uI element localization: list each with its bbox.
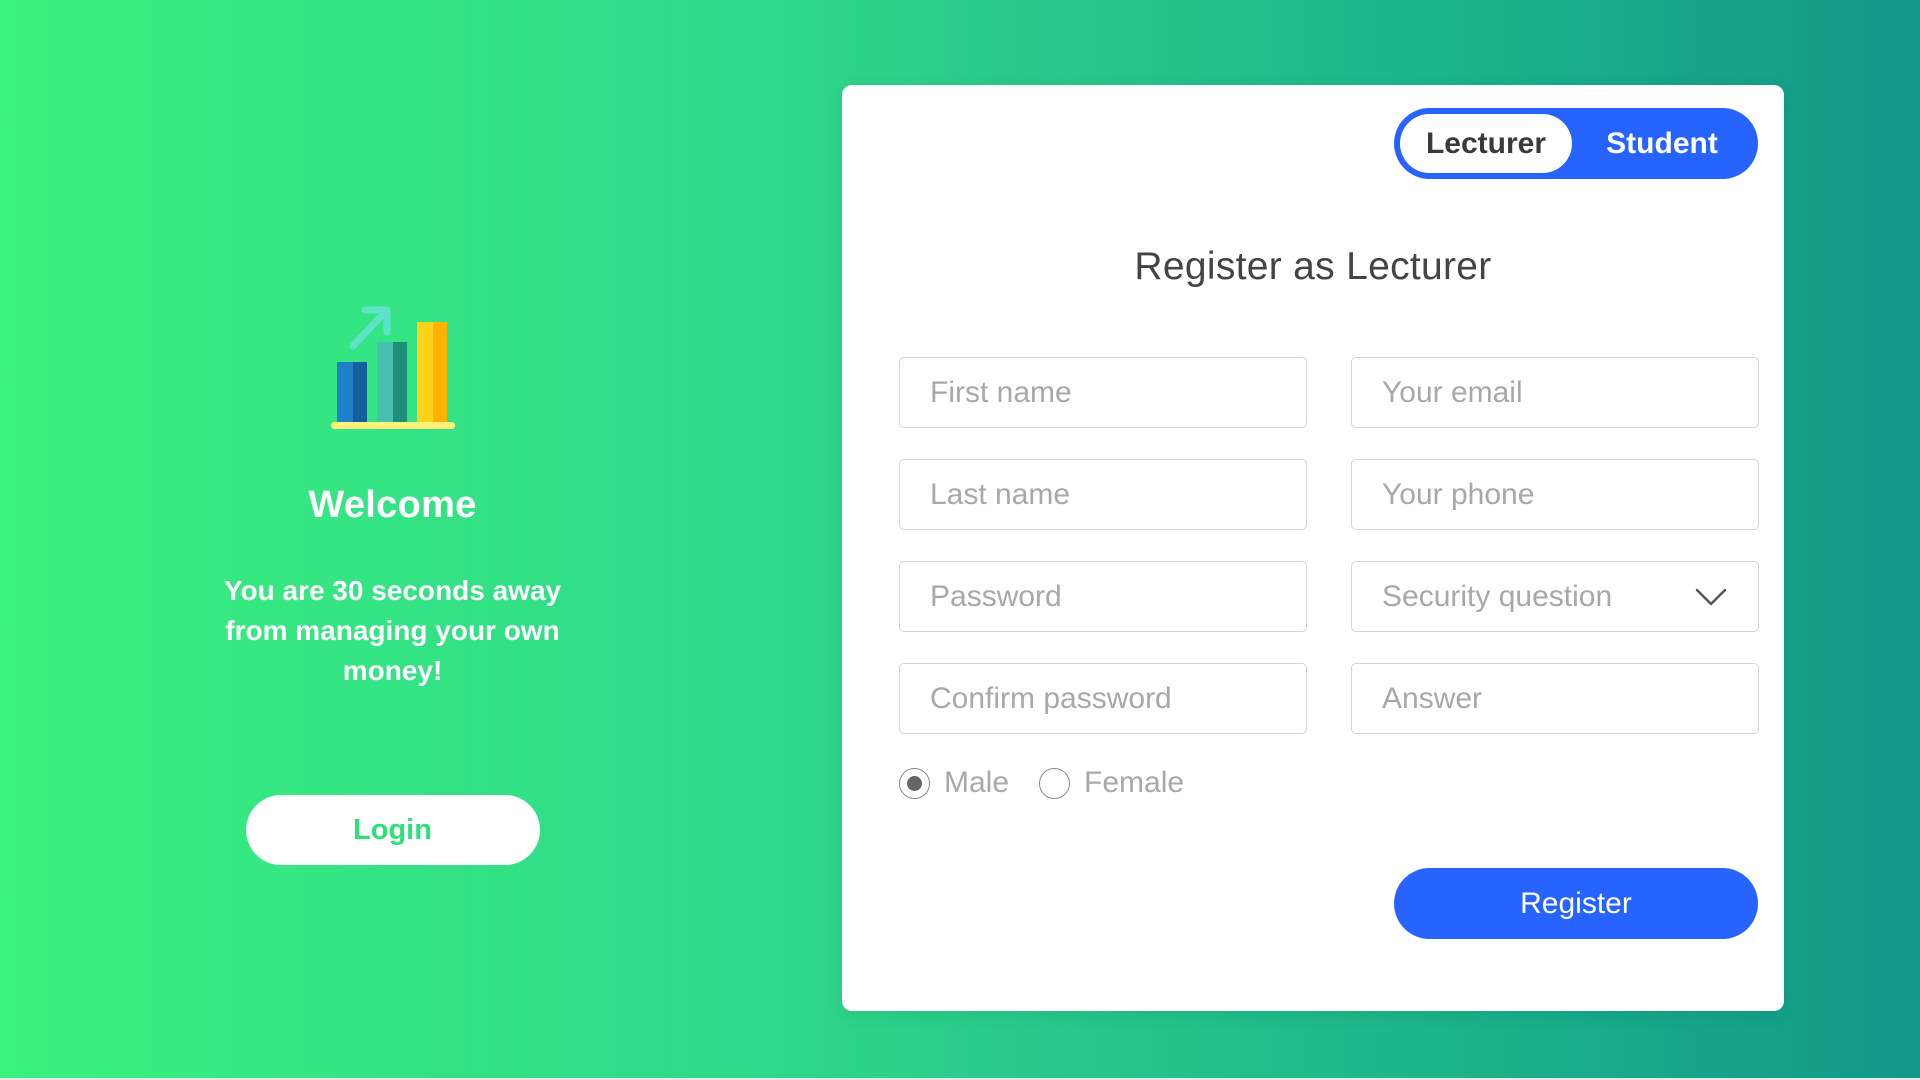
radio-selected-dot	[907, 775, 922, 791]
phone-input[interactable]	[1351, 459, 1759, 530]
answer-input[interactable]	[1351, 663, 1759, 734]
welcome-title: Welcome	[308, 484, 477, 526]
form-title: Register as Lecturer	[1134, 245, 1492, 288]
gender-radio-group: Male Female	[899, 763, 1184, 803]
welcome-tagline: You are 30 seconds away from managing yo…	[223, 575, 562, 686]
role-toggle: Lecturer Student	[1394, 108, 1758, 179]
security-question-select[interactable]: Security question	[1351, 561, 1759, 632]
email-input[interactable]	[1351, 357, 1759, 428]
login-button[interactable]: Login	[245, 795, 540, 865]
role-option-student[interactable]: Student	[1572, 114, 1752, 173]
welcome-panel: Welcome You are 30 seconds away from man…	[190, 300, 595, 865]
register-card: Lecturer Student Register as Lecturer Se…	[842, 85, 1784, 1011]
security-question-label: Security question	[1382, 579, 1613, 613]
first-name-input[interactable]	[899, 357, 1307, 428]
last-name-input[interactable]	[899, 459, 1307, 530]
gender-label-male: Male	[944, 766, 1010, 799]
password-input[interactable]	[899, 561, 1307, 632]
gender-label-female: Female	[1084, 766, 1185, 799]
confirm-password-input[interactable]	[899, 663, 1307, 734]
register-button[interactable]: Register	[1394, 868, 1758, 939]
radio-button-female[interactable]	[1039, 767, 1071, 799]
radio-button-male[interactable]	[899, 767, 930, 799]
bar-chart-growth-icon	[330, 306, 455, 429]
role-option-lecturer[interactable]: Lecturer	[1400, 114, 1572, 173]
chevron-down-icon	[1695, 588, 1727, 605]
gender-option-female[interactable]: Female	[1039, 766, 1184, 800]
gender-option-male[interactable]: Male	[899, 766, 1009, 800]
